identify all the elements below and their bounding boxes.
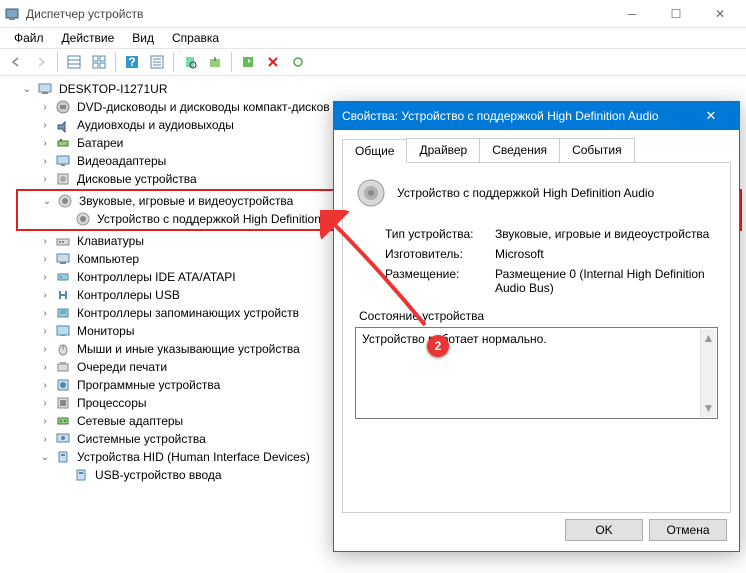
tree-root[interactable]: ⌄ DESKTOP-I1271UR — [0, 80, 746, 98]
ok-button[interactable]: OK — [565, 519, 643, 541]
tab-general[interactable]: Общие — [342, 139, 407, 163]
menu-help[interactable]: Справка — [164, 29, 227, 47]
window-title: Диспетчер устройств — [26, 7, 610, 21]
expand-icon[interactable]: › — [38, 290, 52, 301]
expand-icon[interactable]: › — [38, 102, 52, 113]
device-icon — [73, 467, 89, 483]
category-icon — [57, 193, 73, 209]
prop-type-key: Тип устройства: — [385, 227, 495, 241]
expand-icon[interactable]: › — [38, 308, 52, 319]
prop-vendor-key: Изготовитель: — [385, 247, 495, 261]
help-button[interactable]: ? — [120, 50, 144, 74]
status-label: Состояние устройства — [359, 309, 718, 323]
expand-icon[interactable]: › — [38, 272, 52, 283]
prop-vendor-value: Microsoft — [495, 247, 718, 261]
expand-icon[interactable]: › — [38, 326, 52, 337]
prop-location-key: Размещение: — [385, 267, 495, 295]
tab-content-general: Устройство с поддержкой High Definition … — [342, 163, 731, 513]
tab-details[interactable]: Сведения — [479, 138, 560, 162]
category-icon — [55, 117, 71, 133]
expand-icon[interactable]: ⌄ — [20, 84, 34, 95]
prop-type-value: Звуковые, игровые и видеоустройства — [495, 227, 718, 241]
uninstall-button[interactable] — [261, 50, 285, 74]
category-icon — [55, 449, 71, 465]
properties-dialog: Свойства: Устройство с поддержкой High D… — [333, 101, 740, 552]
expand-icon[interactable]: › — [38, 120, 52, 131]
toolbar: ? — [0, 48, 746, 76]
status-text: Устройство работает нормально. — [362, 332, 547, 346]
app-icon — [4, 6, 20, 22]
category-icon — [55, 323, 71, 339]
close-button[interactable]: ✕ — [698, 0, 742, 28]
tab-strip: Общие Драйвер Сведения События — [342, 138, 731, 163]
category-icon — [55, 287, 71, 303]
device-icon — [75, 211, 91, 227]
dialog-titlebar[interactable]: Свойства: Устройство с поддержкой High D… — [334, 102, 739, 130]
prop-location-value: Размещение 0 (Internal High Definition A… — [495, 267, 718, 295]
expand-icon[interactable]: › — [38, 254, 52, 265]
expand-icon[interactable]: › — [38, 236, 52, 247]
expand-icon[interactable]: › — [38, 380, 52, 391]
grid-view-button[interactable] — [87, 50, 111, 74]
expand-icon[interactable]: › — [38, 434, 52, 445]
tab-driver[interactable]: Драйвер — [406, 138, 480, 162]
dialog-title: Свойства: Устройство с поддержкой High D… — [342, 109, 691, 123]
category-icon — [55, 305, 71, 321]
expand-icon[interactable]: › — [38, 156, 52, 167]
category-icon — [55, 135, 71, 151]
computer-icon — [37, 81, 53, 97]
detail-view-button[interactable] — [62, 50, 86, 74]
expand-icon[interactable]: › — [38, 174, 52, 185]
menu-file[interactable]: Файл — [6, 29, 52, 47]
expand-icon[interactable]: › — [38, 344, 52, 355]
annotation-badge: 2 — [427, 335, 449, 357]
category-icon — [55, 99, 71, 115]
properties-button[interactable] — [145, 50, 169, 74]
category-icon — [55, 359, 71, 375]
category-icon — [55, 431, 71, 447]
tab-events[interactable]: События — [559, 138, 635, 162]
maximize-button[interactable]: ☐ — [654, 0, 698, 28]
update-driver-button[interactable] — [203, 50, 227, 74]
dialog-close-button[interactable]: ✕ — [691, 108, 731, 124]
category-icon — [55, 341, 71, 357]
device-name-label: Устройство с поддержкой High Definition … — [397, 186, 654, 200]
menu-view[interactable]: Вид — [124, 29, 162, 47]
menu-action[interactable]: Действие — [54, 29, 123, 47]
svg-text:?: ? — [128, 55, 135, 69]
expand-icon[interactable]: ⌄ — [38, 452, 52, 463]
refresh-button[interactable] — [286, 50, 310, 74]
menubar: Файл Действие Вид Справка — [0, 28, 746, 48]
category-icon — [55, 153, 71, 169]
expand-icon[interactable]: › — [38, 362, 52, 373]
category-icon — [55, 377, 71, 393]
category-icon — [55, 395, 71, 411]
status-textbox[interactable]: Устройство работает нормально. ▲▼ — [355, 327, 718, 419]
expand-icon[interactable]: ⌄ — [40, 196, 54, 207]
back-button[interactable] — [4, 50, 28, 74]
scan-button[interactable] — [178, 50, 202, 74]
forward-button[interactable] — [29, 50, 53, 74]
expand-icon[interactable]: › — [38, 138, 52, 149]
category-icon — [55, 233, 71, 249]
category-icon — [55, 269, 71, 285]
minimize-button[interactable]: ─ — [610, 0, 654, 28]
expand-icon[interactable]: › — [38, 398, 52, 409]
enable-button[interactable] — [236, 50, 260, 74]
main-titlebar: Диспетчер устройств ─ ☐ ✕ — [0, 0, 746, 28]
category-icon — [55, 413, 71, 429]
scrollbar[interactable]: ▲▼ — [700, 329, 716, 417]
cancel-button[interactable]: Отмена — [649, 519, 727, 541]
expand-icon[interactable]: › — [38, 416, 52, 427]
speaker-icon — [355, 177, 387, 209]
category-icon — [55, 251, 71, 267]
category-icon — [55, 171, 71, 187]
